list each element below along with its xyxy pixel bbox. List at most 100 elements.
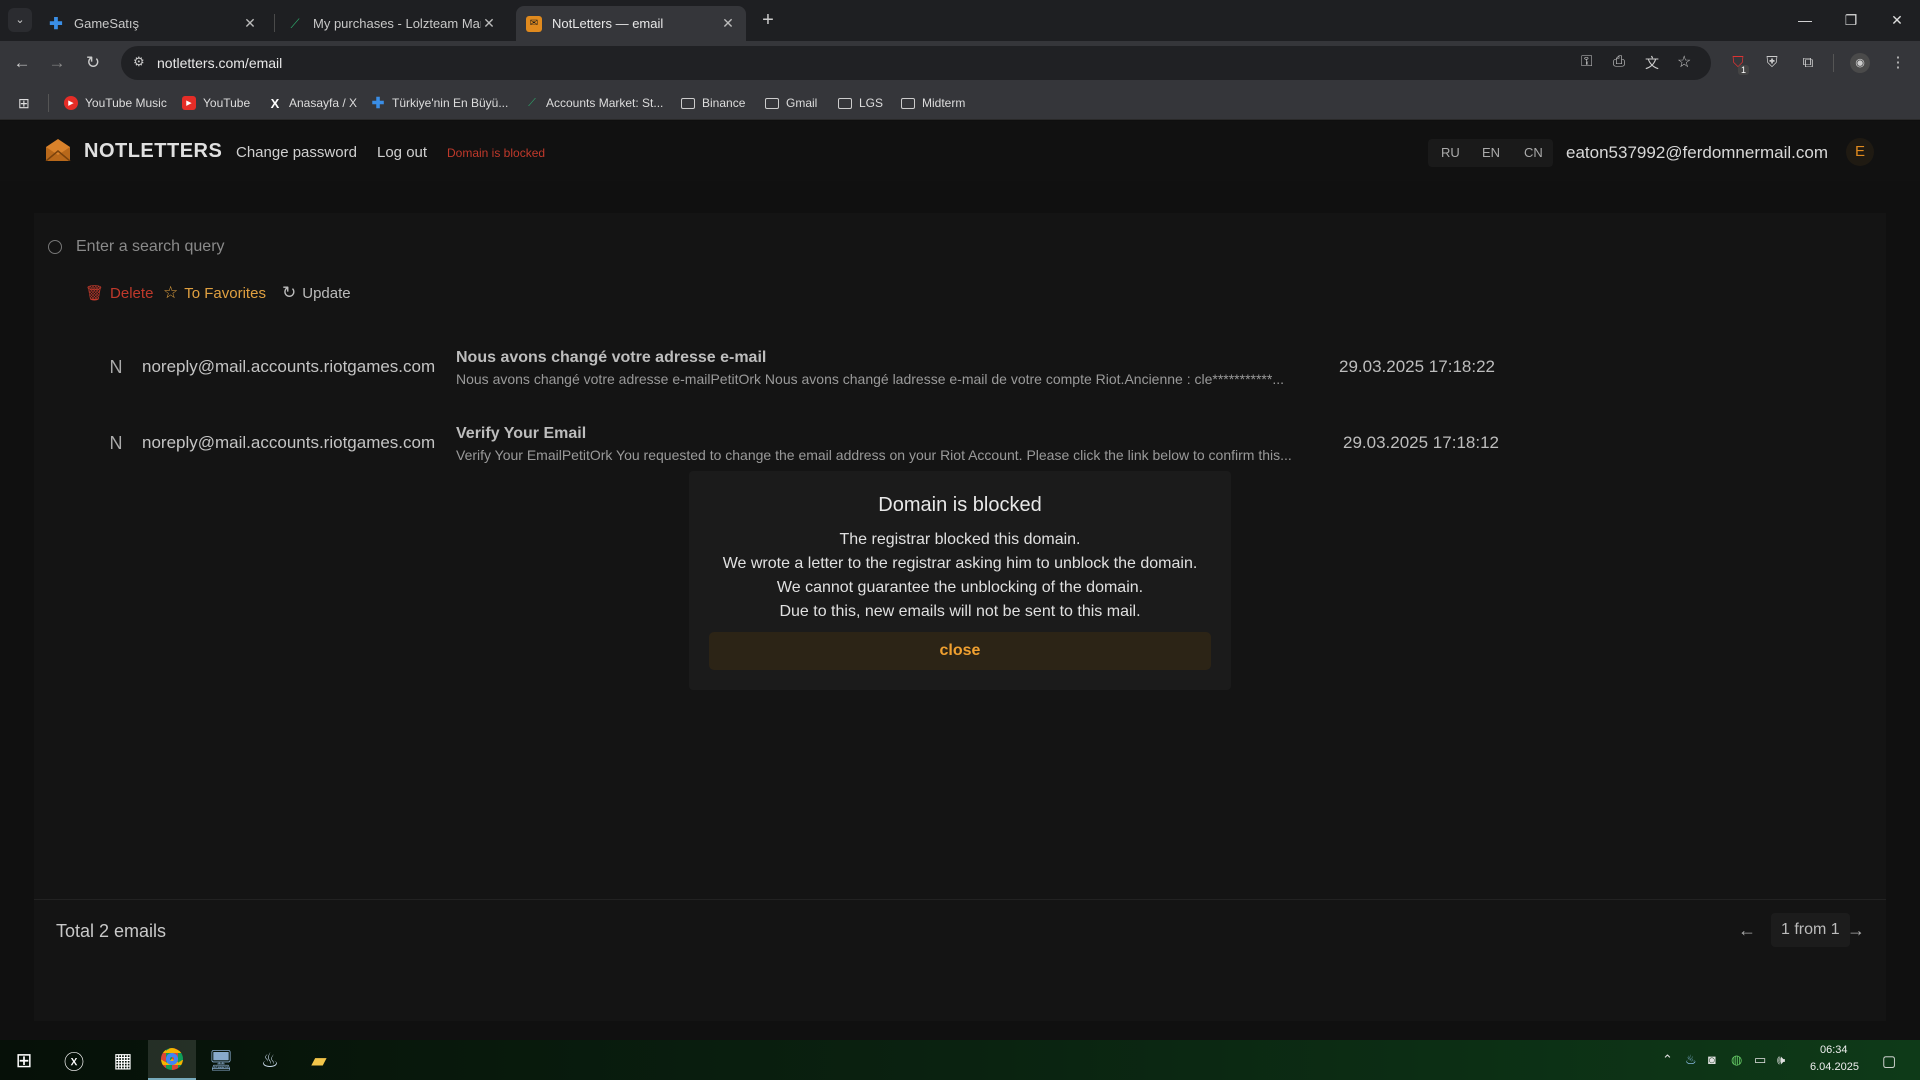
update-button[interactable]: ↻ Update	[282, 281, 351, 305]
language-switcher: RU EN CN	[1428, 139, 1553, 167]
install-app-icon[interactable]: ⎙	[1613, 53, 1625, 70]
change-password-link[interactable]: Change password	[236, 144, 357, 161]
youtube-music-icon: ▶	[64, 96, 78, 110]
delete-button[interactable]: 🗑︎ Delete	[85, 281, 153, 305]
clock-date[interactable]: 6.04.2025	[1810, 1061, 1859, 1073]
browser-tab-bar: ⌄ ✚ GameSatış ✕ ⟋ My purchases - Lolztea…	[0, 0, 1920, 41]
folder-icon	[681, 97, 695, 109]
tab-search-button[interactable]: ⌄	[8, 8, 32, 32]
trash-icon: 🗑︎	[85, 285, 105, 302]
search-bar[interactable]: Enter a search query	[48, 235, 676, 259]
bookmark-folder-binance[interactable]: Binance	[681, 93, 745, 113]
email-row[interactable]: N noreply@mail.accounts.riotgames.com No…	[80, 349, 1880, 411]
tray-network-icon[interactable]: ▭	[1754, 1052, 1766, 1068]
youtube-icon: ▶	[182, 96, 196, 110]
remote-desktop-icon[interactable]: 🖥︎	[197, 1040, 245, 1080]
new-tab-button[interactable]: +	[755, 7, 781, 33]
lang-ru[interactable]: RU	[1441, 145, 1460, 160]
tab-close-icon[interactable]: ✕	[481, 15, 497, 32]
tray-steam-icon[interactable]: ♨	[1685, 1052, 1697, 1068]
dialog-line: The registrar blocked this domain.	[839, 531, 1081, 548]
gamesatis-favicon-icon: ✚	[49, 15, 63, 33]
tab-title: My purchases - Lolzteam Marke	[313, 16, 481, 31]
email-subject: Verify Your Email	[456, 425, 587, 442]
tray-chevron-icon[interactable]: ⌃	[1662, 1052, 1673, 1068]
restore-icon[interactable]: ❐	[1836, 8, 1866, 32]
bookmark-folder-midterm[interactable]: Midterm	[901, 93, 965, 113]
translate-icon[interactable]: 文	[1645, 53, 1659, 73]
minimize-icon[interactable]: —	[1790, 8, 1820, 32]
chrome-taskbar-icon[interactable]	[148, 1040, 196, 1080]
steam-icon[interactable]: ♨	[246, 1040, 294, 1080]
bookmark-label: Anasayfa / X	[289, 96, 358, 110]
profile-avatar-icon[interactable]: ◉	[1850, 53, 1870, 73]
user-email: eaton537992@ferdomnermail.com	[1566, 143, 1829, 162]
notifications-icon[interactable]: ▢	[1882, 1052, 1896, 1070]
plus-icon: ✚	[371, 95, 385, 112]
favorites-label: To Favorites	[184, 284, 266, 302]
site-info-icon[interactable]: ⚙	[133, 54, 145, 70]
dialog-line: Due to this, new emails will not be sent…	[779, 603, 1141, 620]
extensions-puzzle-icon[interactable]: ⧉	[1798, 53, 1818, 73]
total-emails: Total 2 emails	[56, 921, 167, 941]
site-header: NOTLETTERS Change password Log out Domai…	[0, 121, 1920, 181]
market-icon: ⟋	[528, 96, 536, 109]
bookmarks-divider	[48, 94, 49, 112]
lang-en[interactable]: EN	[1482, 145, 1500, 160]
tab-close-icon[interactable]: ✕	[242, 15, 258, 32]
folder-icon	[838, 97, 852, 109]
next-page-icon[interactable]: →	[1847, 920, 1865, 941]
email-sender: noreply@mail.accounts.riotgames.com	[142, 433, 436, 452]
apps-grid-icon[interactable]: ⊞	[18, 93, 30, 113]
email-sender: noreply@mail.accounts.riotgames.com	[142, 357, 436, 376]
windows-taskbar: ⊞ ⓧ ▦ 🖥︎ ♨ ▰ ⌃ ♨ ◙ ◍ ▭ 🕪︎ 06:34 6.04.202…	[0, 1040, 1920, 1080]
back-icon[interactable]: ←	[9, 50, 35, 76]
tray-discord-icon[interactable]: ◙	[1708, 1052, 1716, 1067]
extension-shield-icon[interactable]: ⛨	[1762, 53, 1782, 73]
close-window-icon[interactable]: ✕	[1882, 8, 1912, 32]
address-bar[interactable]: ⚙ notletters.com/email ⚿ ⎙ 文 ☆	[121, 46, 1711, 80]
lang-cn[interactable]: CN	[1524, 145, 1543, 160]
bookmark-folder-lgs[interactable]: LGS	[838, 93, 883, 113]
password-key-icon[interactable]: ⚿	[1581, 53, 1592, 70]
bookmark-youtube[interactable]: ▶ YouTube	[182, 93, 250, 113]
logout-link[interactable]: Log out	[377, 144, 427, 161]
to-favorites-button[interactable]: ☆ To Favorites	[163, 281, 266, 305]
bookmark-label: YouTube Music	[85, 96, 167, 110]
bookmark-x[interactable]: X Anasayfa / X	[268, 93, 357, 113]
browser-menu-icon[interactable]: ⋮	[1888, 53, 1908, 73]
domain-blocked-status[interactable]: Domain is blocked	[447, 146, 545, 160]
xbox-icon[interactable]: ⓧ	[50, 1040, 98, 1080]
update-label: Update	[302, 284, 351, 302]
bookmark-turkiye[interactable]: ✚ Türkiye'nin En Büyü...	[371, 93, 509, 113]
sender-avatar: N	[109, 357, 123, 377]
tab-close-icon[interactable]: ✕	[720, 15, 736, 32]
tab-gamesatis[interactable]: ✚ GameSatış ✕	[38, 6, 268, 41]
prev-page-icon[interactable]: ←	[1738, 920, 1756, 941]
url-text: notletters.com/email	[157, 55, 283, 71]
tray-network-app-icon[interactable]: ◍	[1731, 1052, 1742, 1068]
tab-lolzteam[interactable]: ⟋ My purchases - Lolzteam Marke ✕	[277, 6, 507, 41]
envelope-logo-icon[interactable]	[44, 139, 72, 162]
forward-icon[interactable]: →	[44, 50, 70, 76]
close-button[interactable]: close	[709, 632, 1211, 670]
folder-icon	[901, 97, 915, 109]
search-input[interactable]: Enter a search query	[76, 238, 676, 256]
bookmark-folder-gmail[interactable]: Gmail	[765, 93, 817, 113]
user-avatar[interactable]: E	[1846, 138, 1874, 166]
toolbar-divider	[1833, 54, 1834, 72]
tab-notletters[interactable]: ✉ NotLetters — email ✕	[516, 6, 746, 41]
brand-name[interactable]: NOTLETTERS	[84, 140, 222, 163]
bookmark-star-icon[interactable]: ☆	[1677, 52, 1691, 72]
bookmark-youtube-music[interactable]: ▶ YouTube Music	[64, 93, 167, 113]
star-icon: ☆	[163, 283, 179, 302]
microsoft-store-icon[interactable]: ▦	[99, 1040, 147, 1080]
reload-icon[interactable]: ↻	[80, 50, 106, 76]
file-explorer-icon[interactable]: ▰	[295, 1040, 343, 1080]
delete-label: Delete	[110, 284, 154, 302]
bookmark-accounts-market[interactable]: ⟋ Accounts Market: St...	[525, 93, 663, 113]
windows-start-icon[interactable]: ⊞	[0, 1040, 48, 1080]
browser-toolbar: ← → ↻ ⚙ notletters.com/email ⚿ ⎙ 文 ☆ ⛉ 1…	[0, 41, 1920, 84]
tray-volume-icon[interactable]: 🕪︎	[1777, 1052, 1785, 1068]
clock-time[interactable]: 06:34	[1820, 1044, 1848, 1056]
